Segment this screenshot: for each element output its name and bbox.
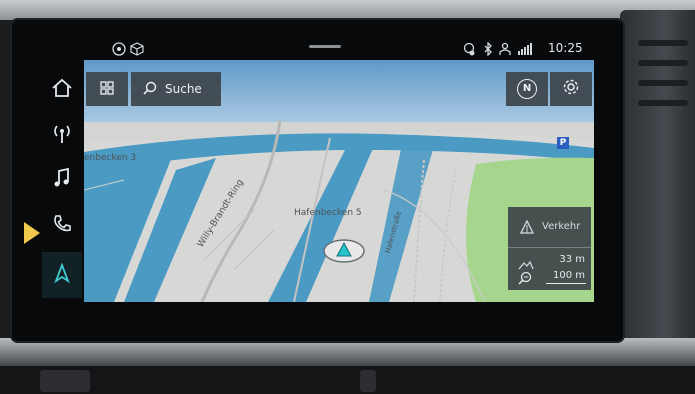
sidebar-item-navigation[interactable] <box>42 252 82 298</box>
status-bar <box>84 38 594 60</box>
search-icon <box>143 81 157 98</box>
navigation-arrow-icon <box>54 262 70 287</box>
map-menu-button[interactable] <box>86 72 128 106</box>
sidebar-item-music[interactable] <box>42 160 82 200</box>
grid-icon <box>100 80 114 99</box>
parking-icon[interactable]: P <box>557 137 569 149</box>
radio-icon <box>51 123 73 149</box>
altitude-value: 33 m <box>559 254 585 265</box>
map-settings-button[interactable] <box>550 72 592 106</box>
bluetooth-icon <box>483 41 493 59</box>
location-icon <box>462 42 476 59</box>
box-icon <box>130 42 144 59</box>
media-source-icon <box>112 42 126 59</box>
dashboard-lower-area <box>0 366 695 394</box>
dashboard-right-panel <box>620 10 695 340</box>
search-label: Suche <box>165 82 202 96</box>
traffic-icon <box>519 219 535 238</box>
drag-handle[interactable] <box>309 45 341 48</box>
compass-button[interactable]: N <box>506 72 548 106</box>
signal-icon <box>517 42 533 59</box>
hand-pointer-indicator <box>24 222 40 244</box>
map-scale-value: 100 m <box>552 270 585 281</box>
search-button[interactable]: Suche <box>131 72 221 106</box>
phone-icon <box>52 214 72 238</box>
gear-icon <box>562 78 580 100</box>
sidebar <box>42 66 82 302</box>
music-note-icon <box>52 167 72 193</box>
sidebar-item-phone[interactable] <box>42 206 82 246</box>
compass-icon: N <box>517 79 537 99</box>
sidebar-item-home[interactable] <box>42 70 82 110</box>
map-label-basin: Hafenbecken 5 <box>294 208 362 218</box>
traffic-button[interactable]: Verkehr <box>542 221 580 232</box>
sidebar-item-radio[interactable] <box>42 116 82 156</box>
home-icon <box>51 78 73 102</box>
map-label-area: enbecken 3 <box>84 153 137 163</box>
traffic-panel: Verkehr 33 m 100 m <box>508 207 591 290</box>
clock: 10:25 <box>548 41 583 55</box>
vehicle-position-marker <box>323 239 365 263</box>
zoom-icon[interactable] <box>518 270 532 289</box>
dashboard-top-trim <box>0 0 695 20</box>
profile-icon <box>498 42 512 59</box>
map-scale-bar <box>546 283 586 284</box>
compass-letter: N <box>522 83 532 94</box>
